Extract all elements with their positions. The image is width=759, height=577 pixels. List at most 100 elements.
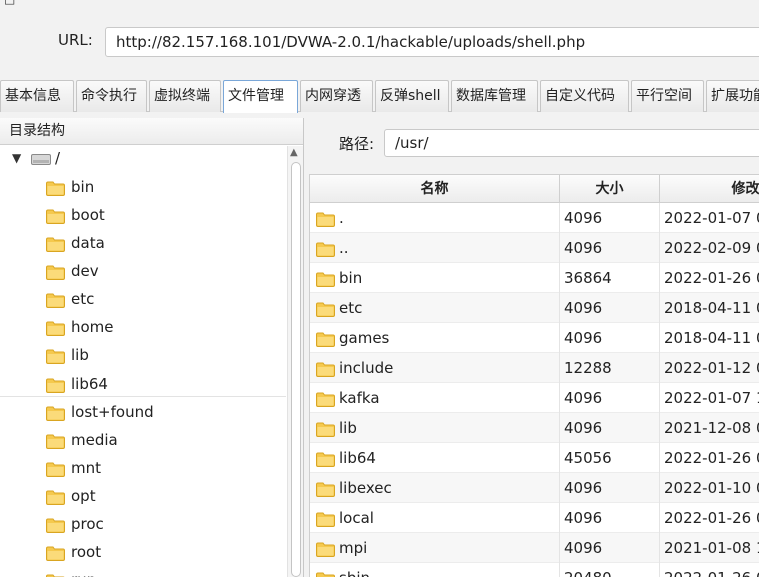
file-size-cell: 4096 [560, 293, 660, 323]
file-name: include [339, 359, 394, 377]
table-row[interactable]: mpi 4096 2021-01-08 1 [310, 533, 759, 563]
folder-icon [316, 362, 335, 377]
tree-scrollbar[interactable]: ▲ [287, 146, 303, 577]
file-name: . [339, 209, 344, 227]
file-name-cell: sbin [310, 563, 560, 577]
file-name-cell: games [310, 323, 560, 353]
file-name: bin [339, 269, 363, 287]
tree-root-item[interactable]: ▼ / [0, 146, 286, 174]
tree-item-label: lib [71, 346, 89, 364]
folder-icon [46, 181, 65, 196]
url-input[interactable] [105, 27, 759, 57]
drive-icon [31, 154, 51, 165]
tab-10[interactable]: 扩展功能 [706, 80, 759, 112]
tab-2[interactable]: 命令执行 [76, 80, 147, 112]
folder-icon [316, 212, 335, 227]
tree-item[interactable]: root [0, 539, 286, 567]
folder-icon [316, 422, 335, 437]
triangle-down-icon[interactable]: ▼ [12, 151, 21, 165]
file-date-cell: 2021-01-08 1 [660, 533, 759, 563]
tree-item[interactable]: bin [0, 174, 286, 202]
table-row[interactable]: . 4096 2022-01-07 0 [310, 203, 759, 233]
file-name-cell: bin [310, 263, 560, 293]
folder-icon [316, 272, 335, 287]
column-header-date[interactable]: 修改时间 [660, 175, 759, 203]
tab-5[interactable]: 内网穿透 [300, 80, 373, 112]
table-row[interactable]: lib 4096 2021-12-08 0 [310, 413, 759, 443]
tree-item[interactable]: opt [0, 483, 286, 511]
tab-4[interactable]: 文件管理 [223, 80, 298, 113]
file-date-cell: 2018-04-11 0 [660, 293, 759, 323]
tree-item[interactable]: proc [0, 511, 286, 539]
table-row[interactable]: libexec 4096 2022-01-10 0 [310, 473, 759, 503]
folder-icon [316, 452, 335, 467]
tab-9[interactable]: 平行空间 [631, 80, 704, 112]
column-header-name[interactable]: 名称 [310, 175, 560, 203]
table-row[interactable]: local 4096 2022-01-26 0 [310, 503, 759, 533]
tab-6[interactable]: 反弹shell [375, 80, 449, 112]
file-date-cell: 2022-01-26 0 [660, 563, 759, 577]
file-name-cell: include [310, 353, 560, 383]
table-row[interactable]: include 12288 2022-01-12 0 [310, 353, 759, 383]
tree-item-label: run [71, 571, 96, 577]
tab-3[interactable]: 虚拟终端 [149, 80, 221, 112]
file-size-cell: 4096 [560, 413, 660, 443]
table-row[interactable]: games 4096 2018-04-11 0 [310, 323, 759, 353]
folder-icon [46, 321, 65, 336]
file-size-cell: 20480 [560, 563, 660, 577]
file-name: .. [339, 239, 349, 257]
tab-1[interactable]: 基本信息 [0, 80, 74, 112]
file-name: mpi [339, 539, 368, 557]
tree-item-label: data [71, 234, 105, 252]
file-name: lib [339, 419, 357, 437]
tab-7[interactable]: 数据库管理 [451, 80, 538, 112]
folder-icon [46, 349, 65, 364]
file-name: etc [339, 299, 363, 317]
file-name: games [339, 329, 390, 347]
path-input[interactable] [384, 129, 759, 157]
table-row[interactable]: bin 36864 2022-01-26 0 [310, 263, 759, 293]
file-name: kafka [339, 389, 380, 407]
tree-item[interactable]: boot [0, 202, 286, 230]
file-size-cell: 4096 [560, 203, 660, 233]
tree-header: 目录结构 [0, 118, 303, 145]
file-size-cell: 4096 [560, 533, 660, 563]
tab-8[interactable]: 自定义代码 [540, 80, 629, 112]
scroll-up-icon[interactable]: ▲ [290, 147, 298, 158]
tree-item[interactable]: mnt [0, 455, 286, 483]
file-date-cell: 2022-01-26 0 [660, 263, 759, 293]
column-header-size[interactable]: 大小 [560, 175, 660, 203]
file-table: 名称 大小 修改时间 .40962022-01-07 0..40962022-0… [309, 174, 759, 577]
folder-icon [316, 572, 335, 577]
table-row[interactable]: sbin 204802022-01-26 0 [310, 563, 759, 577]
tree-item[interactable]: media [0, 427, 286, 455]
directory-tree-panel: 目录结构 ▼ / bin boot data dev etc home lib lib64 lo… [0, 118, 304, 577]
tree-item[interactable]: lib64 [0, 371, 286, 399]
tree-item[interactable]: etc [0, 286, 286, 314]
folder-icon [316, 542, 335, 557]
tree-item[interactable]: data [0, 230, 286, 258]
tree-item-label: mnt [71, 459, 101, 477]
tree-item[interactable]: lost+found [0, 399, 286, 427]
table-row[interactable]: lib64 45056 2022-01-26 0 [310, 443, 759, 473]
table-row[interactable]: kafka 4096 2022-01-07 1 [310, 383, 759, 413]
file-name-cell: lib [310, 413, 560, 443]
table-row[interactable]: .. 4096 2022-02-09 0 [310, 233, 759, 263]
tree-item[interactable]: home [0, 314, 286, 342]
scrollbar-thumb[interactable] [291, 162, 301, 577]
folder-icon [316, 302, 335, 317]
file-size-cell: 36864 [560, 263, 660, 293]
tree-item[interactable]: run [0, 567, 286, 577]
file-name-cell: . [310, 203, 560, 233]
folder-icon [46, 237, 65, 252]
tab-bar: 基本信息 命令执行 虚拟终端 文件管理 内网穿透 反弹shell 数据库管理 自定义代码 平行空… [0, 78, 759, 113]
table-row[interactable]: etc 4096 2018-04-11 0 [310, 293, 759, 323]
folder-icon [46, 546, 65, 561]
file-size-cell: 4096 [560, 503, 660, 533]
folder-icon [46, 462, 65, 477]
tree-item[interactable]: lib [0, 342, 286, 370]
folder-icon [46, 209, 65, 224]
file-date-cell: 2022-02-09 0 [660, 233, 759, 263]
tree-item[interactable]: dev [0, 258, 286, 286]
file-name: local [339, 509, 374, 527]
